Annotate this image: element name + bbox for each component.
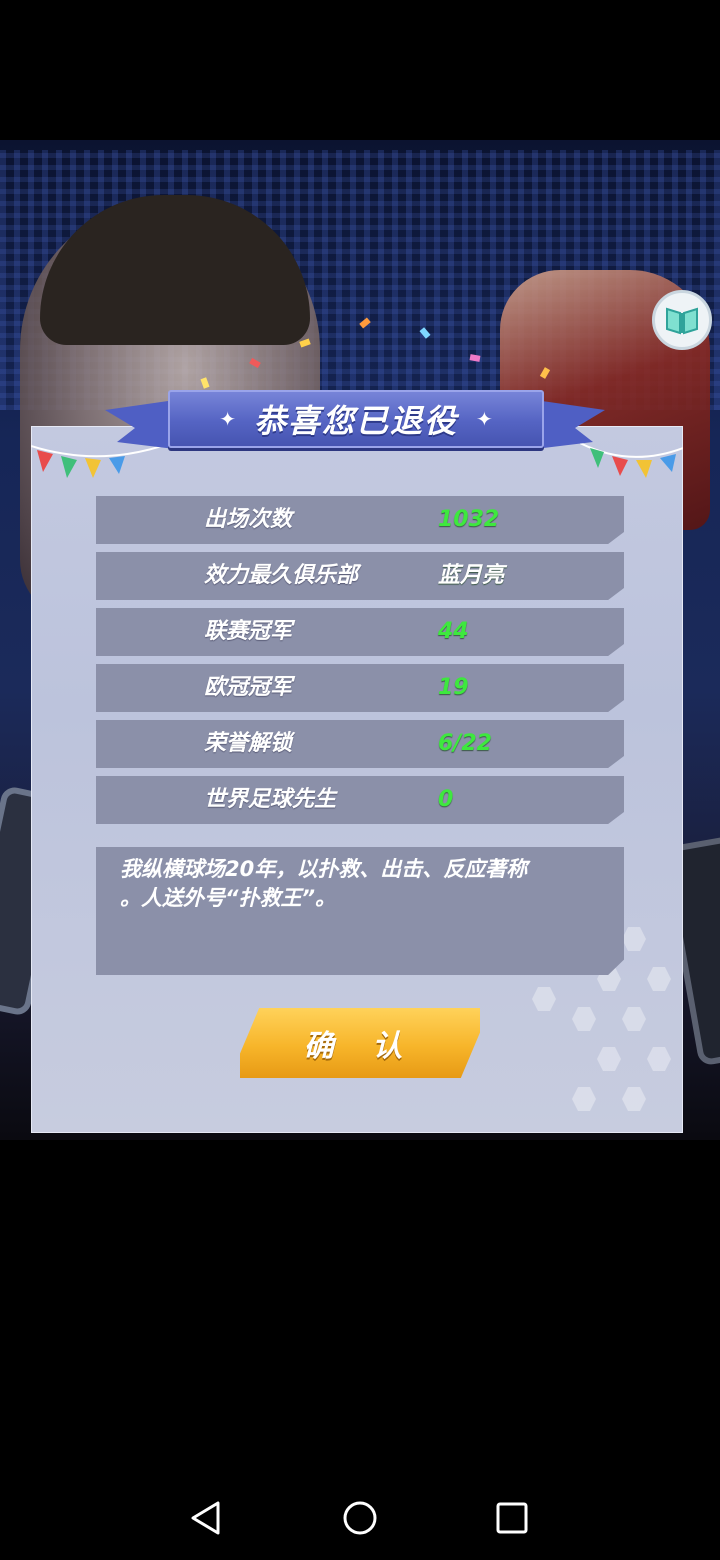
- sparkle-icon: ✦: [219, 407, 236, 431]
- dialog-title: 恭喜您已退役: [253, 402, 458, 440]
- system-navigation-bar: [0, 1470, 720, 1560]
- stat-row-league-titles: 联赛冠军 44: [96, 608, 624, 656]
- stat-row-honors-unlocked: 荣誉解锁 6/22: [96, 720, 624, 768]
- stat-label: 效力最久俱乐部: [204, 563, 359, 588]
- home-circle-icon[interactable]: [342, 1500, 378, 1536]
- recents-square-icon[interactable]: [495, 1501, 529, 1535]
- stat-label: 出场次数: [204, 507, 293, 532]
- confirm-button[interactable]: 确 认: [240, 1008, 480, 1078]
- stat-value: 1032: [438, 507, 500, 532]
- stat-value: 蓝月亮: [438, 563, 505, 588]
- stat-label: 荣誉解锁: [204, 731, 293, 756]
- stat-value: 44: [438, 619, 469, 644]
- stat-row-longest-club: 效力最久俱乐部 蓝月亮: [96, 552, 624, 600]
- title-banner: ✦ 恭喜您已退役 ✦: [168, 390, 544, 448]
- stat-row-champions-league: 欧冠冠军 19: [96, 664, 624, 712]
- bio-line: 我纵横球场20年，以扑救、出击、反应著称: [120, 857, 528, 881]
- stat-label: 联赛冠军: [204, 619, 293, 644]
- bio-line: 。人送外号“扑救王”。: [120, 886, 337, 910]
- stat-row-appearances: 出场次数 1032: [96, 496, 624, 544]
- stat-value: 6/22: [438, 731, 492, 756]
- stat-label: 世界足球先生: [204, 787, 337, 812]
- stat-label: 欧冠冠军: [204, 675, 293, 700]
- book-icon: [666, 307, 698, 335]
- handbook-button[interactable]: [652, 290, 712, 350]
- confirm-button-label: 确 认: [303, 1029, 417, 1064]
- stat-value: 19: [438, 675, 469, 700]
- stat-row-ballon-dor: 世界足球先生 0: [96, 776, 624, 824]
- back-triangle-icon[interactable]: [188, 1500, 224, 1536]
- stat-value: 0: [438, 787, 454, 812]
- career-bio: 我纵横球场20年，以扑救、出击、反应著称 。人送外号“扑救王”。: [96, 847, 624, 975]
- sparkle-icon: ✦: [476, 407, 493, 431]
